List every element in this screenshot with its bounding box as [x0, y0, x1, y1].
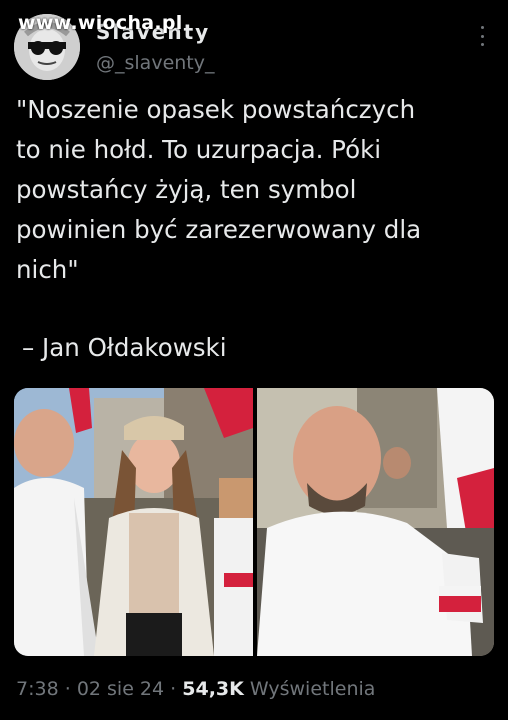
tweet-photo-left[interactable]: [14, 388, 253, 656]
tweet-date[interactable]: 02 sie 24: [77, 678, 164, 700]
watermark: www.wiocha.pl: [18, 12, 183, 34]
meta-separator: ·: [170, 678, 177, 700]
tweet-line: powinien być zarezerwowany dla: [16, 215, 422, 244]
tweet-text: "Noszenie opasek powstańczych to nie hoł…: [16, 90, 496, 290]
tweet-line: to nie hołd. To uzurpacja. Póki: [16, 135, 382, 164]
views-count: 54,3K: [182, 678, 244, 700]
photo-illustration: [14, 388, 253, 656]
tweet-line: powstańcy żyją, ten symbol: [16, 175, 357, 204]
tweet-photo-right[interactable]: [257, 388, 494, 656]
author-handle[interactable]: @_slaventy_: [96, 52, 215, 74]
tweet-line: "Noszenie opasek powstańczych: [16, 95, 416, 124]
quote-attribution: – Jan Ołdakowski: [22, 333, 227, 362]
photo-illustration: [257, 388, 494, 656]
tweet-line: nich": [16, 255, 79, 284]
meta-separator: ·: [64, 678, 71, 700]
tweet-meta: 7:38 · 02 sie 24 · 54,3K Wyświetlenia: [16, 678, 375, 700]
more-icon[interactable]: [478, 26, 486, 46]
views-label: Wyświetlenia: [249, 678, 376, 700]
tweet-time[interactable]: 7:38: [16, 678, 59, 700]
